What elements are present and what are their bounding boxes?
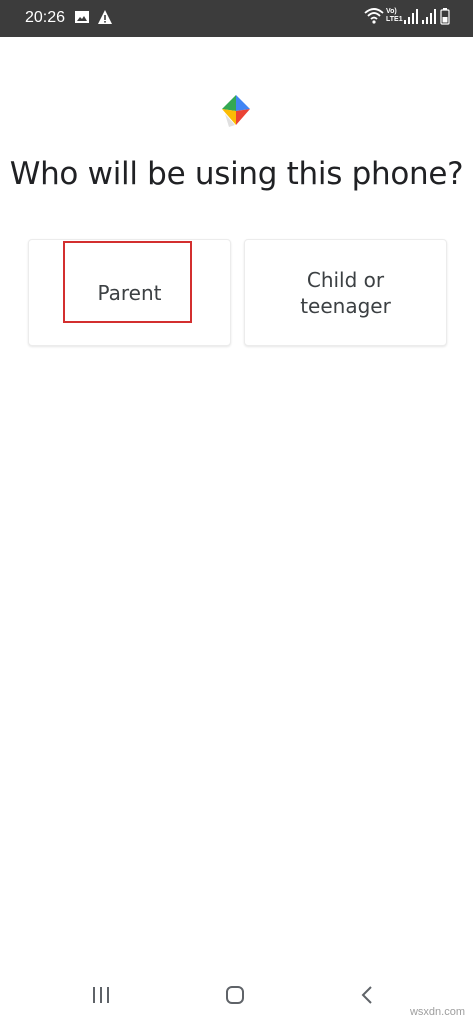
child-option-label: Child or teenager: [300, 267, 391, 318]
parent-option-label: Parent: [97, 280, 162, 305]
image-icon: [75, 11, 89, 23]
signal-icon: [404, 9, 418, 24]
status-bar: 20:26 Vo) LTE1: [0, 0, 473, 37]
home-icon[interactable]: [224, 984, 246, 1006]
watermark: wsxdn.com: [409, 1006, 465, 1018]
signal-icon-2: [422, 9, 436, 24]
recents-icon[interactable]: [90, 984, 112, 1006]
wifi-icon: [364, 8, 384, 24]
family-link-logo-icon: [222, 95, 250, 127]
parent-option-card[interactable]: Parent: [28, 239, 231, 346]
status-time: 20:26: [25, 9, 66, 26]
navigation-bar: [0, 966, 473, 1024]
battery-icon: [440, 8, 450, 25]
back-icon[interactable]: [357, 984, 379, 1006]
alert-icon: [98, 10, 112, 24]
page-title: Who will be using this phone?: [9, 156, 464, 192]
child-option-card[interactable]: Child or teenager: [244, 239, 447, 346]
lte-indicator: Vo) LTE1: [386, 8, 403, 23]
